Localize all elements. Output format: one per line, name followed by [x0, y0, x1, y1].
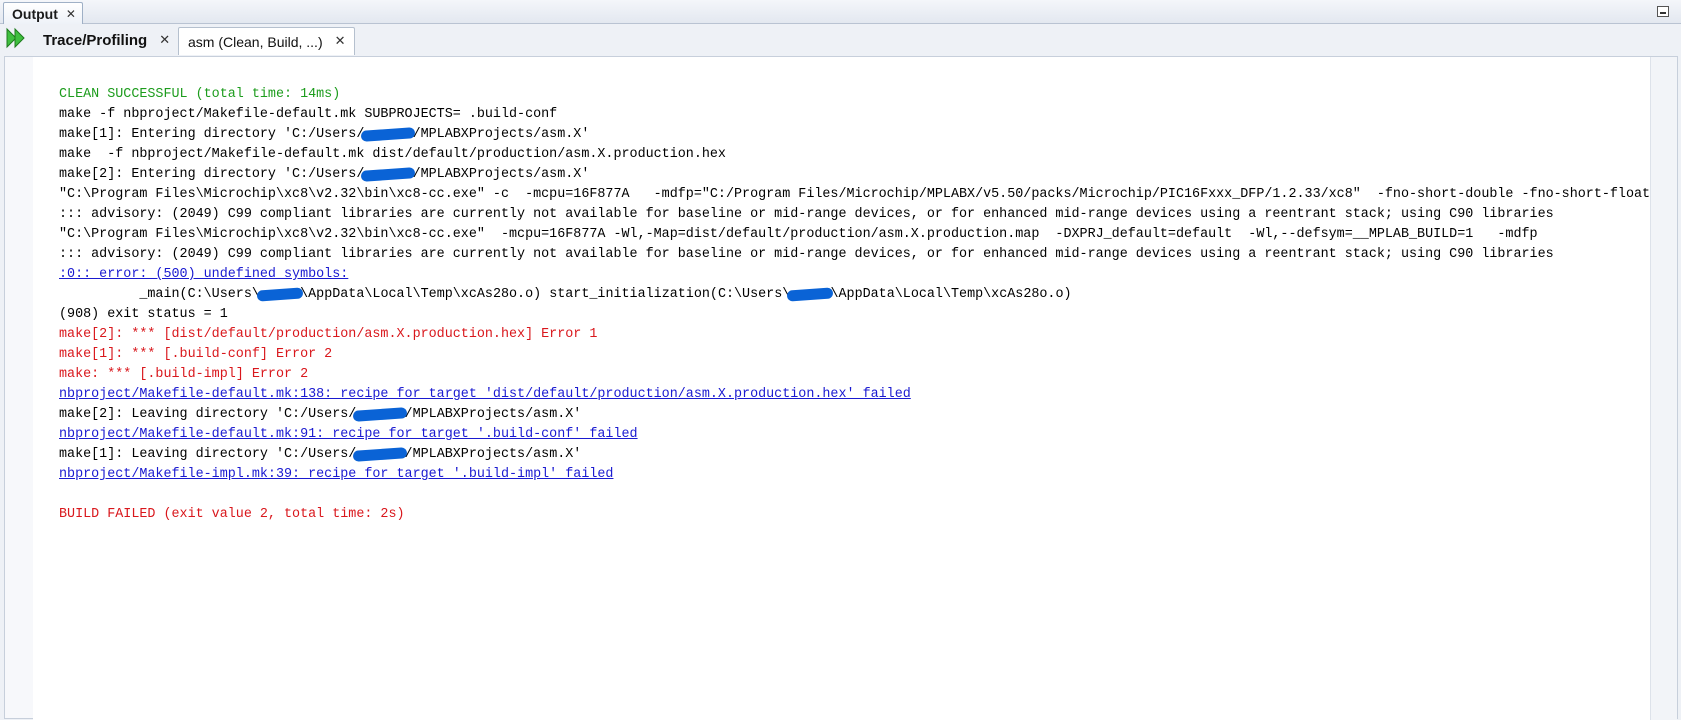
log-text: \AppData\Local\Temp\xcAs28o.o) start_ini… — [300, 287, 791, 302]
redaction-mark — [353, 405, 408, 425]
log-line: make -f nbproject/Makefile-default.mk di… — [59, 147, 726, 162]
log-line: make -f nbproject/Makefile-default.mk SU… — [59, 107, 558, 122]
right-gutter — [1650, 57, 1677, 720]
minimize-window-icon[interactable] — [1657, 6, 1669, 17]
tab-asm-build-label: asm (Clean, Build, ...) — [188, 33, 323, 50]
output-tabs-bar: Trace/Profiling ✕ asm (Clean, Build, ...… — [0, 24, 1681, 56]
tab-trace-profiling-label: Trace/Profiling — [43, 32, 148, 49]
output-panel: CLEAN SUCCESSFUL (total time: 14ms) make … — [4, 56, 1678, 720]
log-line: make: *** [.build-impl] Error 2 — [59, 367, 309, 382]
log-text: /MPLABXProjects/asm.X' — [404, 407, 582, 422]
log-line-link[interactable]: nbproject/Makefile-impl.mk:39: recipe fo… — [59, 465, 1653, 485]
tab-trace-profiling[interactable]: Trace/Profiling ✕ — [33, 27, 178, 54]
rerun-icon[interactable] — [5, 27, 27, 49]
close-output-window-icon[interactable]: ✕ — [66, 7, 76, 21]
log-line-link[interactable]: nbproject/Makefile-default.mk:138: recip… — [59, 385, 1653, 405]
redaction-mark — [353, 445, 408, 465]
log-line: BUILD FAILED (exit value 2, total time: … — [59, 507, 405, 522]
log-line: _main(C:\Users\ \AppData\Local\Temp\xcAs… — [59, 285, 1653, 305]
log-line: (908) exit status = 1 — [59, 307, 228, 322]
redaction-mark — [786, 285, 834, 305]
log-line: "C:\Program Files\Microchip\xc8\v2.32\bi… — [59, 227, 1538, 242]
log-text: /MPLABXProjects/asm.X' — [412, 127, 590, 142]
log-line: make[2]: Leaving directory 'C:/Users/ /M… — [59, 405, 1653, 425]
log-text: make[1]: Entering directory 'C:/Users/ — [59, 127, 365, 142]
build-output-text-area[interactable]: CLEAN SUCCESSFUL (total time: 14ms) make … — [33, 57, 1653, 720]
tab-asm-build[interactable]: asm (Clean, Build, ...) ✕ — [178, 27, 355, 55]
log-text: /MPLABXProjects/asm.X' — [404, 447, 582, 462]
log-line: CLEAN SUCCESSFUL (total time: 14ms) — [59, 87, 341, 102]
log-line: make[1]: Entering directory 'C:/Users/ /… — [59, 125, 1653, 145]
close-tab-icon[interactable]: ✕ — [335, 34, 346, 49]
close-tab-icon[interactable]: ✕ — [159, 33, 170, 48]
log-text: make[2]: Entering directory 'C:/Users/ — [59, 167, 365, 182]
log-line: ::: advisory: (2049) C99 compliant libra… — [59, 207, 1554, 222]
log-line: make[1]: *** [.build-conf] Error 2 — [59, 347, 333, 362]
redaction-mark — [361, 165, 416, 185]
log-text: \AppData\Local\Temp\xcAs28o.o) — [830, 287, 1072, 302]
output-window-title: Output — [12, 5, 58, 22]
log-line-link[interactable]: nbproject/Makefile-default.mk:91: recipe… — [59, 425, 1653, 445]
log-line: ::: advisory: (2049) C99 compliant libra… — [59, 247, 1554, 262]
redaction-mark — [361, 125, 416, 145]
log-line: make[2]: *** [dist/default/production/as… — [59, 327, 598, 342]
log-line: make[1]: Leaving directory 'C:/Users/ /M… — [59, 445, 1653, 465]
log-text: make[1]: Leaving directory 'C:/Users/ — [59, 447, 357, 462]
output-window-tab[interactable]: Output ✕ — [3, 2, 83, 24]
log-line: "C:\Program Files\Microchip\xc8\v2.32\bi… — [59, 187, 1651, 202]
log-text: /MPLABXProjects/asm.X' — [412, 167, 590, 182]
log-text: _main(C:\Users\ — [59, 287, 260, 302]
log-line-link[interactable]: :0:: error: (500) undefined symbols: — [59, 265, 1653, 285]
redaction-mark — [256, 285, 304, 305]
build-log: CLEAN SUCCESSFUL (total time: 14ms) make … — [59, 85, 1653, 525]
log-line: make[2]: Entering directory 'C:/Users/ /… — [59, 165, 1653, 185]
log-text: make[2]: Leaving directory 'C:/Users/ — [59, 407, 357, 422]
output-window-titlebar: Output ✕ — [0, 0, 1681, 24]
